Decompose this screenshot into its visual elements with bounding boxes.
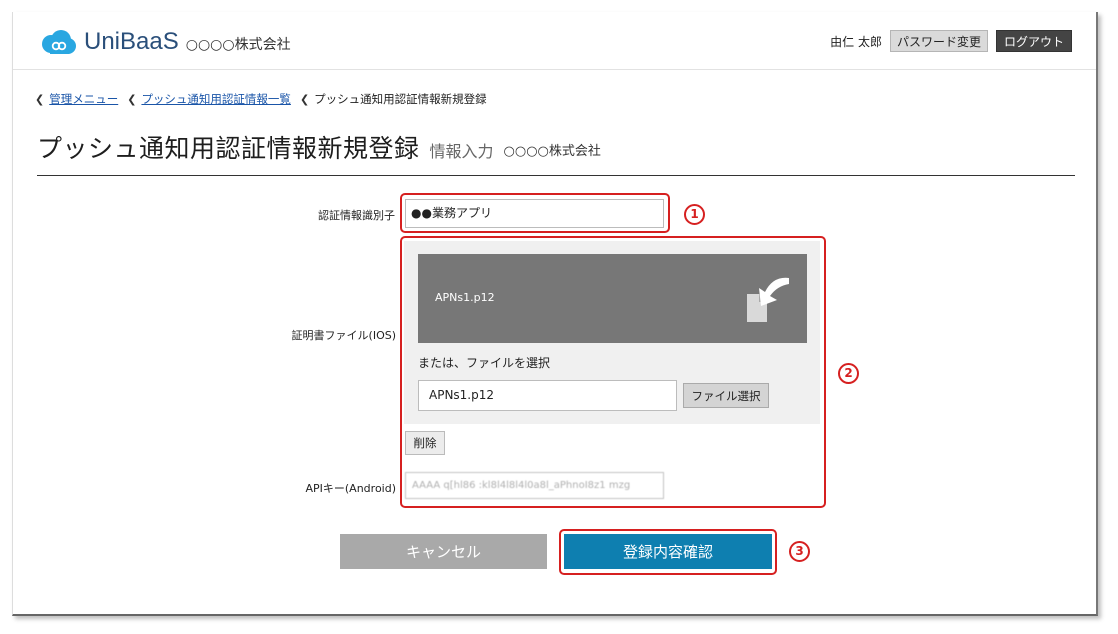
chevron-left-icon: ❮ <box>35 92 45 106</box>
logout-button[interactable]: ログアウト <box>995 30 1072 52</box>
page-company: ○○○○株式会社 <box>503 144 601 159</box>
page-title: プッシュ通知用認証情報新規登録 <box>37 134 420 163</box>
logo[interactable]: UniBaaS ○○○○株式会社 <box>39 28 291 56</box>
app-name: UniBaaS <box>84 28 179 55</box>
page-subtitle: 情報入力 <box>429 142 494 161</box>
chevron-left-icon: ❮ <box>299 92 310 106</box>
breadcrumb-current: プッシュ通知用認証情報新規登録 <box>314 92 487 106</box>
marker-1: 1 <box>684 204 705 225</box>
chevron-left-icon: ❮ <box>127 92 137 106</box>
page-title-row: プッシュ通知用認証情報新規登録 情報入力 ○○○○株式会社 <box>37 129 1075 176</box>
cert-file-label: 証明書ファイル(IOS) <box>291 329 396 342</box>
breadcrumb: ❮ 管理メニュー ❮ プッシュ通知用認証情報一覧 ❮ プッシュ通知用認証情報新規… <box>35 91 487 107</box>
breadcrumb-admin-menu[interactable]: 管理メニュー <box>49 91 118 107</box>
user-name: 由仁 太郎 <box>830 34 882 49</box>
confirm-button[interactable]: 登録内容確認 <box>564 534 772 569</box>
cloud-logo-icon <box>42 30 76 54</box>
breadcrumb-auth-list[interactable]: プッシュ通知用認証情報一覧 <box>141 91 291 107</box>
marker-3: 3 <box>789 541 810 562</box>
api-key-label: APIキー(Android) <box>305 482 396 495</box>
cancel-button[interactable]: キャンセル <box>340 534 547 569</box>
header-company: ○○○○株式会社 <box>185 36 291 53</box>
header: UniBaaS ○○○○株式会社 由仁 太郎 パスワード変更 ログアウト <box>13 12 1096 70</box>
highlight-box-1 <box>400 193 670 233</box>
marker-2: 2 <box>838 363 859 384</box>
change-password-button[interactable]: パスワード変更 <box>889 30 988 52</box>
user-area: 由仁 太郎 パスワード変更 ログアウト <box>830 30 1072 52</box>
identifier-label: 認証情報識別子 <box>318 209 395 222</box>
highlight-box-2 <box>400 236 826 508</box>
